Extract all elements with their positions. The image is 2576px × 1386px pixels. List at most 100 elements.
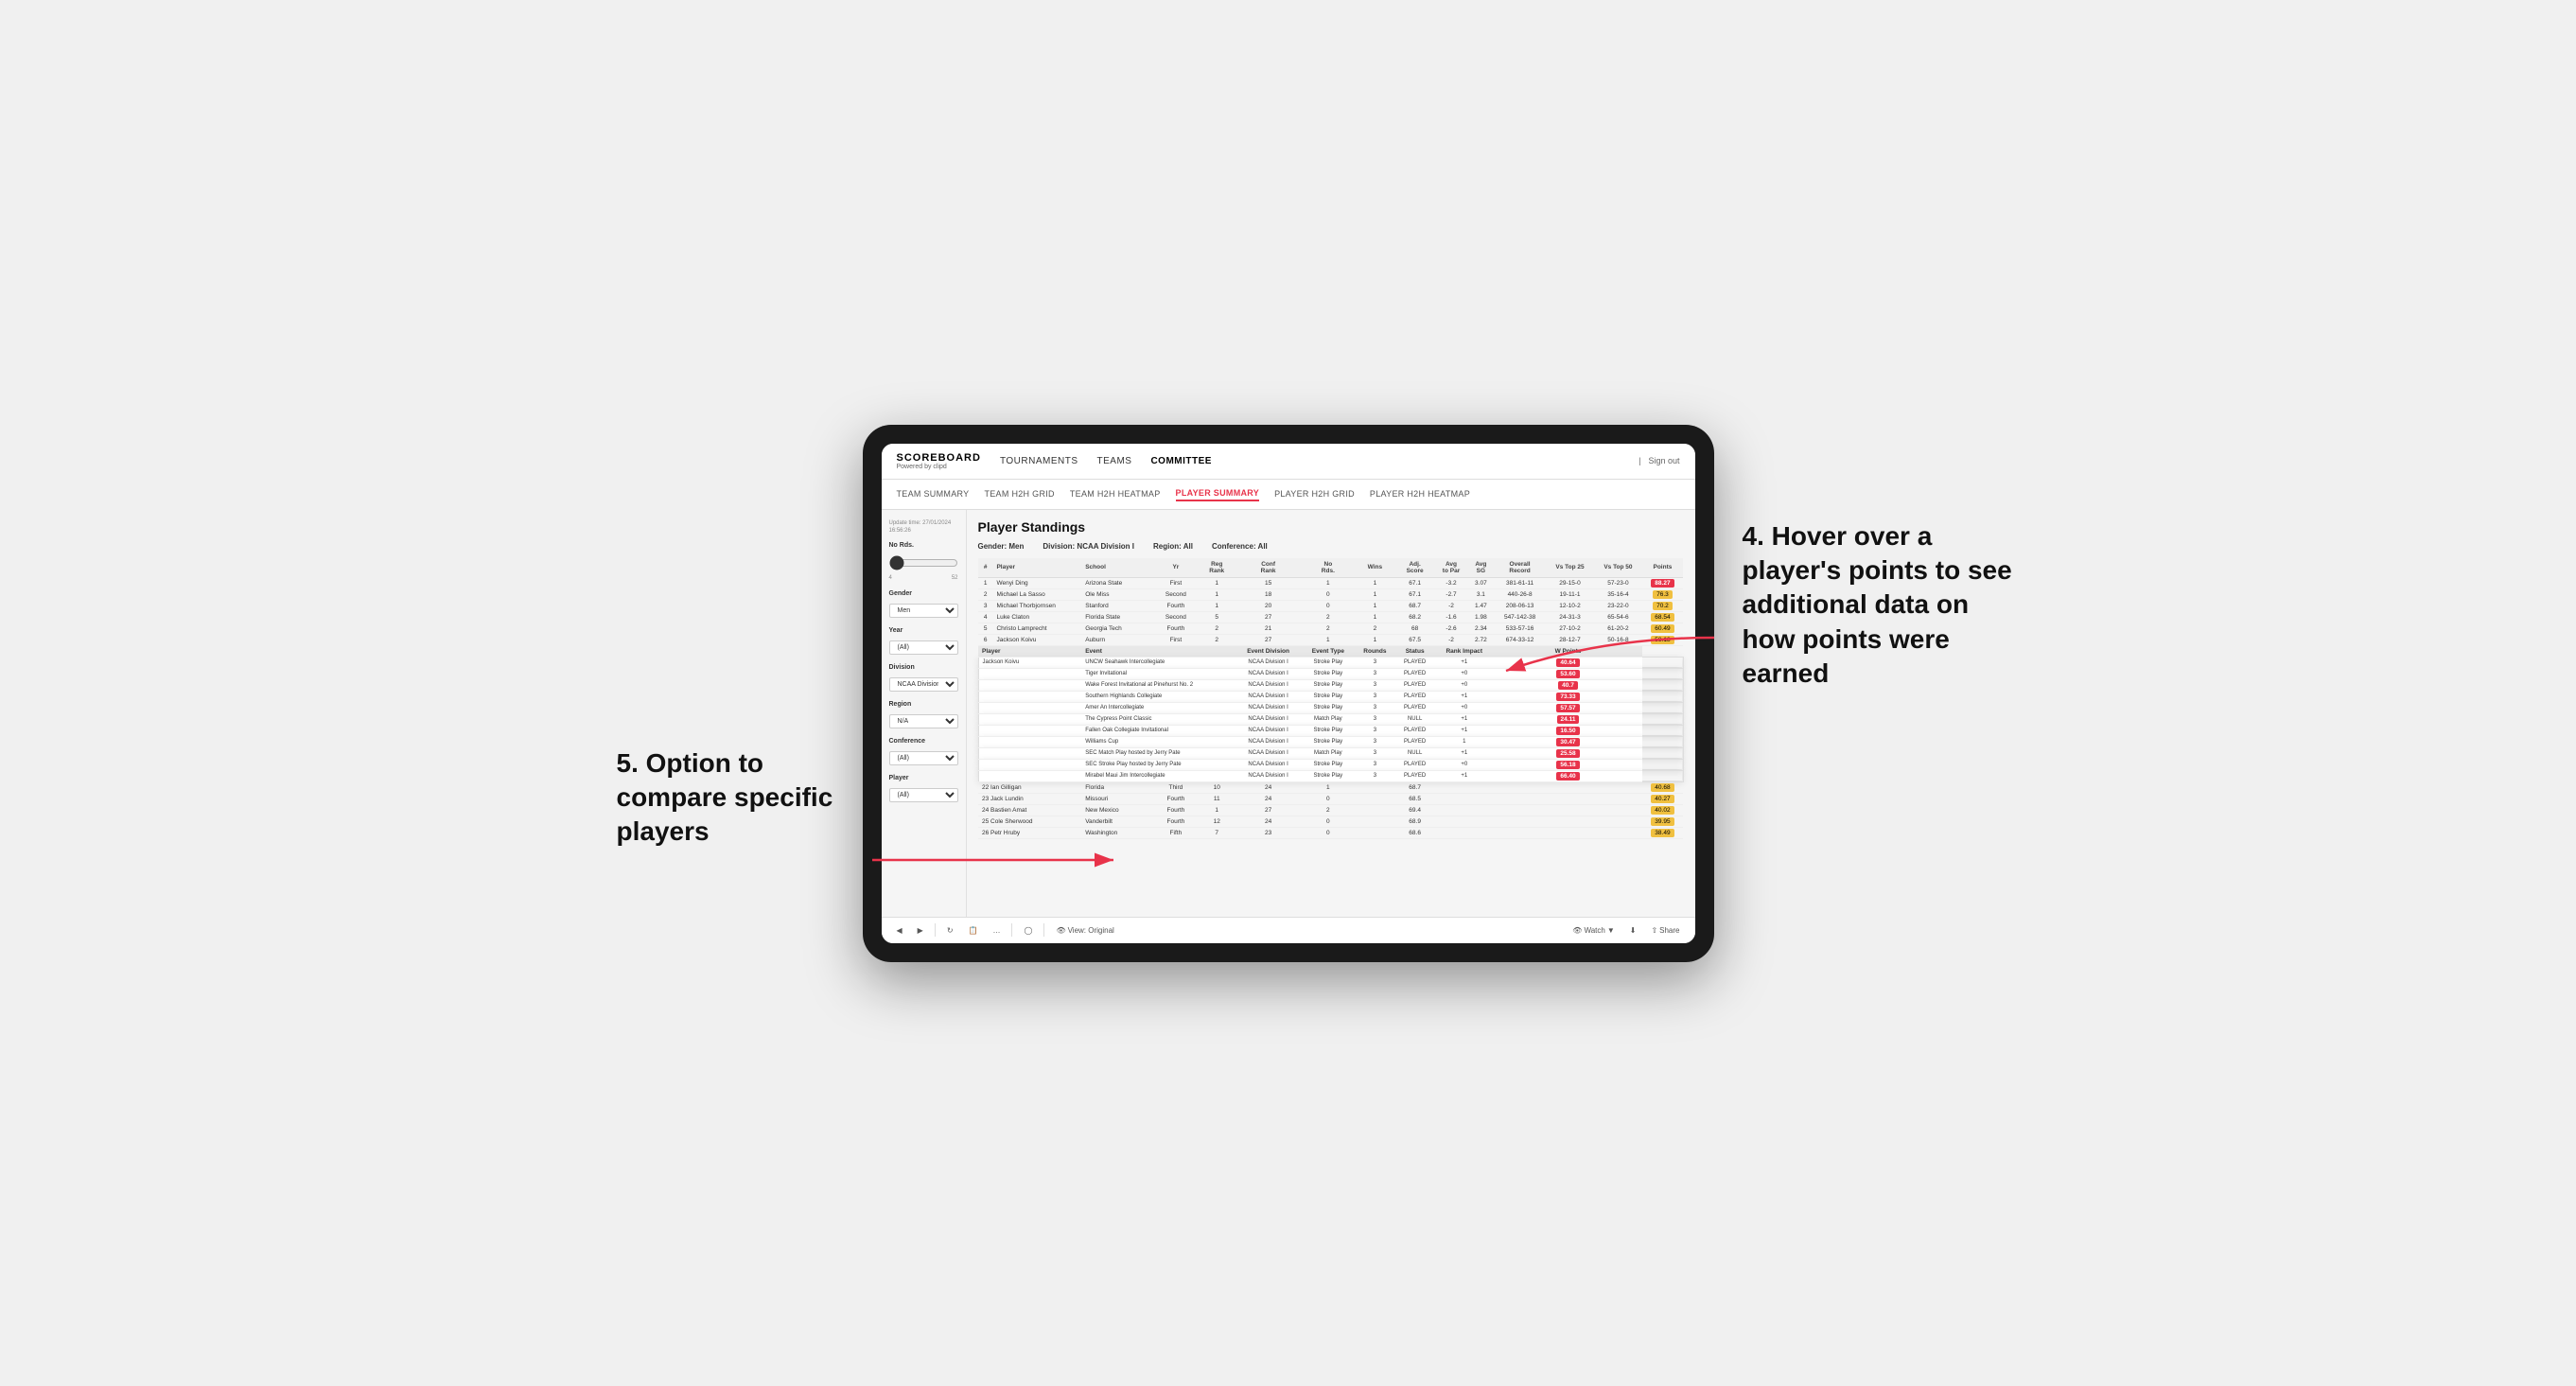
cell-reg: 2 bbox=[1199, 623, 1235, 634]
event-cell-type: Stroke Play bbox=[1302, 657, 1355, 668]
event-col-player: Player bbox=[978, 645, 1081, 657]
sign-out-link[interactable]: Sign out bbox=[1648, 456, 1679, 465]
event-row[interactable]: Wake Forest Invitational at Pinehurst No… bbox=[978, 679, 1683, 691]
event-cell-div: NCAA Division I bbox=[1235, 725, 1301, 736]
cell-school: Vanderbilt bbox=[1081, 816, 1153, 827]
cell-vs25: 28-12-7 bbox=[1546, 634, 1594, 645]
table-row[interactable]: 25 Cole Sherwood Vanderbilt Fourth 12 24… bbox=[978, 816, 1683, 827]
points-badge: 68.54 bbox=[1651, 613, 1674, 622]
cell-points[interactable]: 60.49 bbox=[1642, 623, 1683, 634]
table-row[interactable]: 5 Christo Lamprecht Georgia Tech Fourth … bbox=[978, 623, 1683, 634]
sidebar-division-select[interactable]: NCAA Division I bbox=[889, 677, 958, 692]
sidebar-conference-select[interactable]: (All) bbox=[889, 751, 958, 765]
sidebar-player-select[interactable]: (All) bbox=[889, 788, 958, 802]
sidebar-no-rds-slider[interactable] bbox=[889, 555, 958, 570]
nav-items: TOURNAMENTS TEAMS COMMITTEE bbox=[1000, 454, 1638, 468]
table-row[interactable]: 1 Wenyi Ding Arizona State First 1 15 1 … bbox=[978, 577, 1683, 588]
event-cell-wpoints[interactable]: 56.18 bbox=[1494, 759, 1642, 770]
event-cell-wpoints[interactable]: 73.33 bbox=[1494, 691, 1642, 702]
event-cell-wpoints[interactable]: 57.57 bbox=[1494, 702, 1642, 713]
table-row[interactable]: 3 Michael Thorbjornsen Stanford Fourth 1… bbox=[978, 600, 1683, 611]
cell-points[interactable]: 88.27 bbox=[1642, 577, 1683, 588]
cell-points[interactable]: 40.68 bbox=[1642, 781, 1683, 793]
event-cell-wpoints[interactable]: 30.47 bbox=[1494, 736, 1642, 747]
filter-gender: Gender: Men bbox=[978, 542, 1025, 551]
table-row[interactable]: 6 Jackson Koivu Auburn First 2 27 1 1 67… bbox=[978, 634, 1683, 645]
event-cell-wpoints[interactable]: 40.7 bbox=[1494, 679, 1642, 691]
table-row[interactable]: 4 Luke Claton Florida State Second 5 27 … bbox=[978, 611, 1683, 623]
event-row[interactable]: Williams Cup NCAA Division I Stroke Play… bbox=[978, 736, 1683, 747]
cell-reg: 1 bbox=[1199, 588, 1235, 600]
nav-committee[interactable]: COMMITTEE bbox=[1150, 454, 1212, 468]
nav-tournaments[interactable]: TOURNAMENTS bbox=[1000, 454, 1078, 468]
event-cell-event: The Cypress Point Classic bbox=[1081, 713, 1235, 725]
cell-sg bbox=[1468, 781, 1495, 793]
toolbar-view[interactable]: 👁 View: Original bbox=[1052, 924, 1117, 937]
cell-points[interactable]: 70.2 bbox=[1642, 600, 1683, 611]
cell-sg: 3.07 bbox=[1468, 577, 1495, 588]
cell-points[interactable]: 76.3 bbox=[1642, 588, 1683, 600]
toolbar-forward[interactable]: ▶ bbox=[914, 924, 927, 937]
toolbar-back[interactable]: ◀ bbox=[893, 924, 906, 937]
cell-wins bbox=[1355, 827, 1395, 838]
cell-topar: -2 bbox=[1434, 634, 1467, 645]
sub-nav-player-h2h-grid[interactable]: PLAYER H2H GRID bbox=[1274, 487, 1355, 500]
cell-points[interactable]: 40.27 bbox=[1642, 793, 1683, 804]
toolbar-sep1 bbox=[935, 923, 936, 937]
event-row[interactable]: SEC Match Play hosted by Jerry Pate NCAA… bbox=[978, 747, 1683, 759]
event-points: 30.47 bbox=[1556, 738, 1579, 746]
toolbar-dots[interactable]: … bbox=[989, 924, 1004, 937]
event-row[interactable]: Southern Highlands Collegiate NCAA Divis… bbox=[978, 691, 1683, 702]
event-cell-event: SEC Stroke Play hosted by Jerry Pate bbox=[1081, 759, 1235, 770]
cell-points[interactable]: 58.18 bbox=[1642, 634, 1683, 645]
sub-nav-player-h2h-heatmap[interactable]: PLAYER H2H HEATMAP bbox=[1370, 487, 1470, 500]
page-wrapper: 4. Hover over a player's points to see a… bbox=[863, 425, 1714, 962]
table-row[interactable]: 23 Jack Lundin Missouri Fourth 11 24 0 6… bbox=[978, 793, 1683, 804]
toolbar-refresh[interactable]: ↻ bbox=[943, 924, 957, 937]
table-row[interactable]: 2 Michael La Sasso Ole Miss Second 1 18 … bbox=[978, 588, 1683, 600]
cell-points[interactable]: 38.49 bbox=[1642, 827, 1683, 838]
toolbar-download[interactable]: ⬇ bbox=[1626, 924, 1640, 937]
event-row[interactable]: SEC Stroke Play hosted by Jerry Pate NCA… bbox=[978, 759, 1683, 770]
event-cell-type: Stroke Play bbox=[1302, 725, 1355, 736]
col-vs25: Vs Top 25 bbox=[1546, 558, 1594, 578]
event-row[interactable]: Tiger Invitational NCAA Division I Strok… bbox=[978, 668, 1683, 679]
event-row[interactable]: Jackson Koivu UNCW Seahawk Intercollegia… bbox=[978, 657, 1683, 668]
event-cell-wpoints[interactable]: 53.60 bbox=[1494, 668, 1642, 679]
cell-points[interactable]: 68.54 bbox=[1642, 611, 1683, 623]
sub-nav-player-summary[interactable]: PLAYER SUMMARY bbox=[1176, 486, 1260, 501]
cell-rds: 2 bbox=[1302, 611, 1355, 623]
toolbar-copy[interactable]: 📋 bbox=[965, 924, 982, 937]
table-row[interactable]: 24 Bastien Amat New Mexico Fourth 1 27 2… bbox=[978, 804, 1683, 816]
event-col-rank: Rank Impact bbox=[1434, 645, 1494, 657]
event-cell-wpoints[interactable]: 40.64 bbox=[1494, 657, 1642, 668]
toolbar-watch[interactable]: 👁 Watch ▼ bbox=[1568, 924, 1618, 937]
cell-sg bbox=[1468, 816, 1495, 827]
table-row[interactable]: 22 Ian Gilligan Florida Third 10 24 1 68… bbox=[978, 781, 1683, 793]
event-row[interactable]: The Cypress Point Classic NCAA Division … bbox=[978, 713, 1683, 725]
event-cell-wpoints[interactable]: 25.58 bbox=[1494, 747, 1642, 759]
sidebar-year-select[interactable]: (All) bbox=[889, 640, 958, 655]
cell-points[interactable]: 40.02 bbox=[1642, 804, 1683, 816]
event-cell-wpoints[interactable]: 16.50 bbox=[1494, 725, 1642, 736]
nav-teams[interactable]: TEAMS bbox=[1097, 454, 1132, 468]
event-cell-rounds: 3 bbox=[1355, 691, 1395, 702]
toolbar-clock[interactable]: ◯ bbox=[1020, 924, 1036, 937]
event-cell-wpoints[interactable]: 24.11 bbox=[1494, 713, 1642, 725]
sub-nav-team-h2h-grid[interactable]: TEAM H2H GRID bbox=[984, 487, 1054, 500]
cell-rds: 0 bbox=[1302, 827, 1355, 838]
event-cell-type: Stroke Play bbox=[1302, 759, 1355, 770]
toolbar-share[interactable]: ⇧ Share bbox=[1647, 924, 1683, 937]
cell-vs50: 57-23-0 bbox=[1594, 577, 1642, 588]
event-cell-wpoints[interactable]: 66.40 bbox=[1494, 770, 1642, 781]
table-row[interactable]: 26 Petr Hruby Washington Fifth 7 23 0 68… bbox=[978, 827, 1683, 838]
event-row[interactable]: Mirabel Maui Jim Intercollegiate NCAA Di… bbox=[978, 770, 1683, 781]
sub-nav-team-summary[interactable]: TEAM SUMMARY bbox=[897, 487, 970, 500]
event-row[interactable]: Fallen Oak Collegiate Invitational NCAA … bbox=[978, 725, 1683, 736]
sidebar-gender-select[interactable]: Men Women bbox=[889, 604, 958, 618]
sub-nav-team-h2h-heatmap[interactable]: TEAM H2H HEATMAP bbox=[1070, 487, 1161, 500]
cell-points[interactable]: 39.95 bbox=[1642, 816, 1683, 827]
event-row[interactable]: Amer An Intercollegiate NCAA Division I … bbox=[978, 702, 1683, 713]
filter-gender-label: Gender: Men bbox=[978, 542, 1025, 551]
sidebar-region-select[interactable]: N/A bbox=[889, 714, 958, 728]
